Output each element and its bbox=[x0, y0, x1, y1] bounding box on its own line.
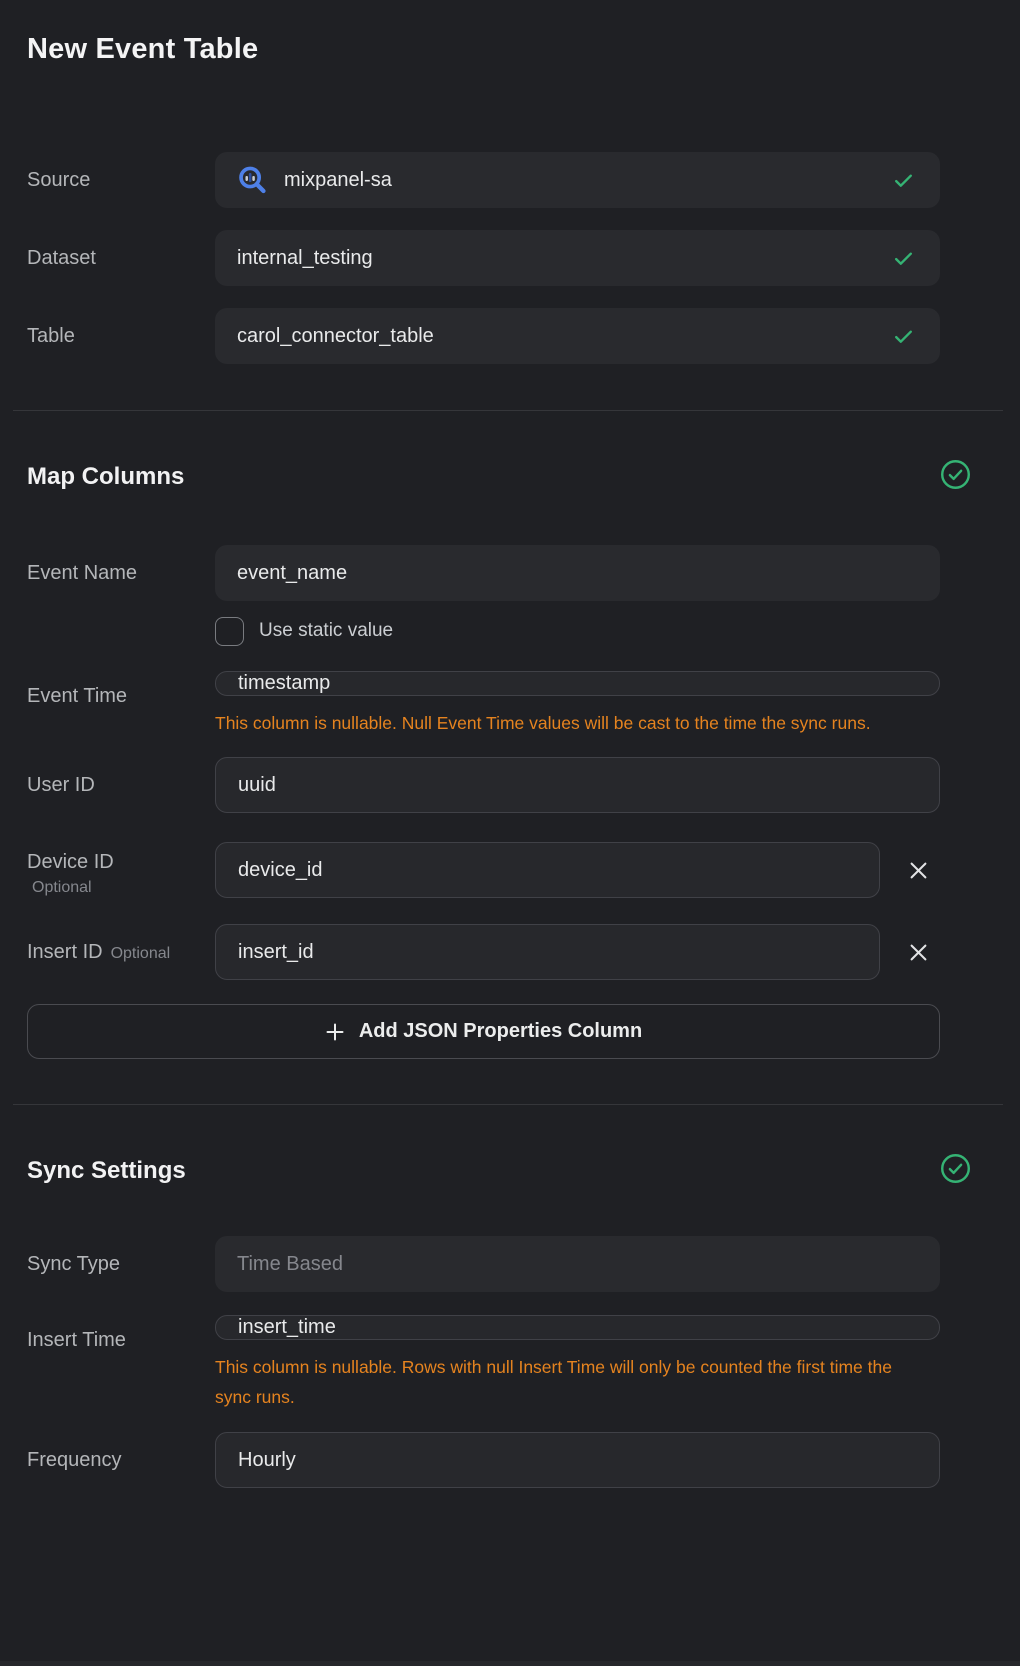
mixpanel-logo-icon bbox=[237, 165, 268, 196]
sync-type-value: Time Based bbox=[237, 1253, 343, 1276]
dataset-row: Dataset internal_testing bbox=[27, 230, 971, 286]
sync-settings-header: Sync Settings bbox=[27, 1153, 971, 1189]
valid-check-icon bbox=[891, 324, 916, 349]
insert-time-value: insert_time bbox=[238, 1316, 336, 1339]
section-divider bbox=[13, 1104, 1003, 1105]
sync-type-select: Time Based bbox=[215, 1236, 940, 1292]
table-row: Table carol_connector_table bbox=[27, 308, 971, 364]
frequency-value: Hourly bbox=[238, 1449, 296, 1472]
map-columns-header: Map Columns bbox=[27, 459, 971, 495]
source-label: Source bbox=[27, 169, 215, 192]
section-complete-icon bbox=[940, 459, 971, 495]
add-json-properties-label: Add JSON Properties Column bbox=[359, 1020, 642, 1043]
device-id-row: Device ID Optional device_id bbox=[27, 842, 971, 898]
dataset-label: Dataset bbox=[27, 247, 215, 270]
event-time-label: Event Time bbox=[27, 671, 215, 708]
event-name-select[interactable]: event_name bbox=[215, 545, 940, 601]
event-name-label: Event Name bbox=[27, 562, 215, 585]
event-time-value: timestamp bbox=[238, 672, 330, 695]
device-id-label: Device ID bbox=[27, 851, 215, 874]
dataset-select[interactable]: internal_testing bbox=[215, 230, 940, 286]
user-id-input[interactable]: uuid bbox=[215, 757, 940, 813]
close-icon bbox=[907, 859, 930, 882]
insert-time-row: Insert Time insert_time This column is n… bbox=[27, 1315, 971, 1412]
table-select[interactable]: carol_connector_table bbox=[215, 308, 940, 364]
device-id-clear-button[interactable] bbox=[896, 848, 940, 892]
device-id-value: device_id bbox=[238, 859, 323, 882]
insert-id-row: Insert ID Optional insert_id bbox=[27, 924, 971, 980]
section-complete-icon bbox=[940, 1153, 971, 1189]
device-id-label-group: Device ID Optional bbox=[27, 842, 215, 897]
sync-type-row: Sync Type Time Based bbox=[27, 1236, 971, 1292]
insert-id-value: insert_id bbox=[238, 941, 314, 964]
plus-icon bbox=[325, 1022, 345, 1042]
device-id-optional-label: Optional bbox=[27, 879, 215, 897]
page-title: New Event Table bbox=[27, 34, 971, 64]
event-time-input[interactable]: timestamp bbox=[215, 671, 940, 696]
event-name-value: event_name bbox=[237, 562, 347, 585]
table-value: carol_connector_table bbox=[237, 325, 434, 348]
user-id-row: User ID uuid bbox=[27, 757, 971, 813]
event-time-row: Event Time timestamp This column is null… bbox=[27, 671, 971, 738]
bottom-edge-strip bbox=[0, 1661, 1020, 1666]
table-label: Table bbox=[27, 325, 215, 348]
sync-settings-heading: Sync Settings bbox=[27, 1155, 186, 1187]
insert-id-input[interactable]: insert_id bbox=[215, 924, 880, 980]
use-static-value-checkbox[interactable] bbox=[215, 617, 244, 646]
sync-type-label: Sync Type bbox=[27, 1253, 215, 1276]
insert-id-label-group: Insert ID Optional bbox=[27, 941, 215, 964]
frequency-row: Frequency Hourly bbox=[27, 1432, 971, 1488]
user-id-label: User ID bbox=[27, 774, 215, 797]
source-value: mixpanel-sa bbox=[284, 169, 392, 192]
insert-id-optional-label: Optional bbox=[111, 945, 171, 963]
map-columns-heading: Map Columns bbox=[27, 461, 184, 493]
section-divider bbox=[13, 410, 1003, 411]
frequency-label: Frequency bbox=[27, 1449, 215, 1472]
frequency-select[interactable]: Hourly bbox=[215, 1432, 940, 1488]
use-static-value-row: Use static value bbox=[215, 616, 971, 646]
add-json-properties-button[interactable]: Add JSON Properties Column bbox=[27, 1004, 940, 1059]
device-id-input[interactable]: device_id bbox=[215, 842, 880, 898]
insert-time-input[interactable]: insert_time bbox=[215, 1315, 940, 1340]
valid-check-icon bbox=[891, 246, 916, 271]
valid-check-icon bbox=[891, 168, 916, 193]
use-static-value-label: Use static value bbox=[259, 620, 393, 642]
source-row: Source mixpanel-sa bbox=[27, 152, 971, 208]
dataset-value: internal_testing bbox=[237, 247, 373, 270]
close-icon bbox=[907, 941, 930, 964]
event-time-warning: This column is nullable. Null Event Time… bbox=[215, 708, 915, 738]
insert-time-label: Insert Time bbox=[27, 1315, 215, 1352]
insert-id-clear-button[interactable] bbox=[896, 930, 940, 974]
insert-time-warning: This column is nullable. Rows with null … bbox=[215, 1352, 915, 1412]
user-id-value: uuid bbox=[238, 774, 276, 797]
insert-id-label: Insert ID bbox=[27, 941, 103, 964]
event-name-row: Event Name event_name bbox=[27, 545, 971, 601]
source-select[interactable]: mixpanel-sa bbox=[215, 152, 940, 208]
